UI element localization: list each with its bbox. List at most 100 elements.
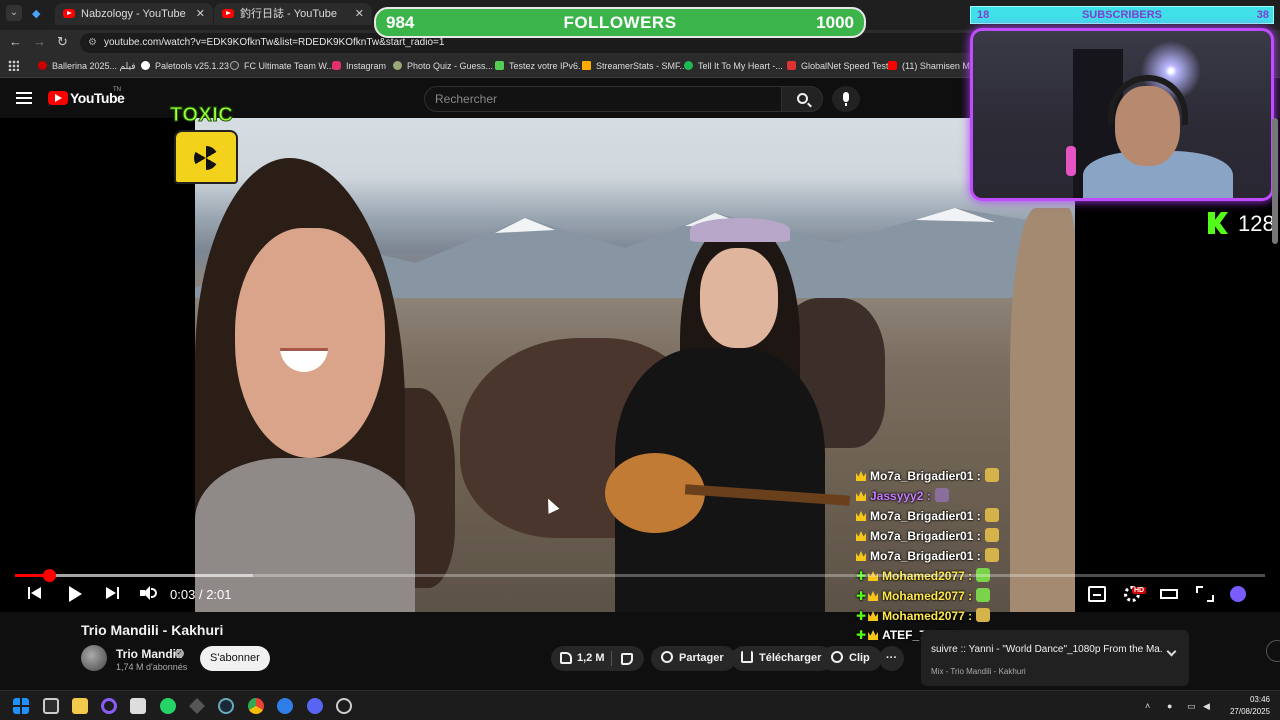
- next-video-icon[interactable]: [106, 585, 120, 601]
- thumbs-up-icon[interactable]: [560, 652, 572, 664]
- thumbs-down-icon[interactable]: [621, 653, 633, 665]
- microphone-icon: [1066, 146, 1076, 176]
- tab-title: Nabzology - YouTube: [81, 8, 186, 20]
- browser-tab-1[interactable]: Nabzology - YouTube ✕: [55, 3, 213, 25]
- bookmark-item[interactable]: (11) Shamisen ME: [888, 61, 976, 71]
- scrubber-handle[interactable]: [42, 569, 56, 582]
- bookmark-favicon-icon: [230, 61, 239, 70]
- like-dislike-group: 1,2 M: [551, 646, 644, 671]
- network-icon[interactable]: ▭: [1187, 701, 1196, 712]
- subtitles-icon[interactable]: [1088, 586, 1106, 602]
- site-info-icon[interactable]: ⚙: [88, 33, 97, 53]
- bookmark-item[interactable]: StreamerStats - SMF...: [582, 61, 687, 71]
- side-scroll-button[interactable]: [1266, 640, 1280, 662]
- bookmark-item[interactable]: Photo Quiz - Guess...: [393, 61, 493, 71]
- volume-icon[interactable]: [140, 585, 158, 601]
- duration: 2:01: [206, 587, 232, 602]
- bookmark-item[interactable]: Ballerina 2025... فيلم: [38, 61, 136, 72]
- bookmark-favicon-icon: [38, 61, 47, 70]
- app-icon[interactable]: [336, 698, 352, 714]
- crown-badge-icon: [868, 611, 879, 621]
- video-title: Trio Mandili - Kakhuri: [81, 622, 224, 638]
- pinned-tab-icon[interactable]: ◆: [32, 7, 40, 20]
- app-icon[interactable]: [101, 698, 117, 714]
- tab-search-icon[interactable]: ⌄: [6, 5, 22, 21]
- instagram-icon: [332, 61, 341, 70]
- hamburger-menu-icon[interactable]: [16, 92, 32, 104]
- app-icon[interactable]: [189, 698, 205, 714]
- chat-message: Mo7a_Brigadier01 :: [856, 468, 1036, 488]
- like-count[interactable]: 1,2 M: [577, 646, 605, 671]
- play-icon[interactable]: [68, 585, 82, 602]
- plus-badge-icon: ✚: [856, 589, 867, 603]
- bookmark-item[interactable]: GlobalNet Speed Test: [787, 61, 888, 71]
- system-clock[interactable]: 03:46 27/08/2025: [1220, 694, 1270, 718]
- reload-icon[interactable]: ↻: [57, 34, 68, 50]
- speaker-icon[interactable]: ◀: [1203, 701, 1210, 712]
- emote-icon: [976, 608, 991, 622]
- chevron-down-icon[interactable]: [1166, 646, 1177, 657]
- search-input[interactable]: Rechercher: [424, 86, 782, 112]
- tray-chevron-up-icon[interactable]: ˄: [1145, 701, 1150, 711]
- clip-button[interactable]: Clip: [821, 646, 882, 671]
- steam-icon[interactable]: [218, 698, 234, 714]
- subscribe-button[interactable]: S'abonner: [200, 646, 270, 671]
- bookmark-item[interactable]: Tell It To My Heart -...: [684, 61, 783, 71]
- theater-mode-icon[interactable]: [1160, 589, 1178, 599]
- app-icon[interactable]: [277, 698, 293, 714]
- youtube-logo-icon[interactable]: [48, 91, 68, 105]
- page-scrollbar[interactable]: [1272, 118, 1278, 244]
- bar-chart-icon: [582, 61, 591, 70]
- app-icon[interactable]: [130, 698, 146, 714]
- browser-tab-2[interactable]: 釣行日誌 - YouTube ✕: [214, 3, 372, 25]
- bookmark-item[interactable]: Testez votre IPv6.: [495, 61, 581, 71]
- chrome-icon[interactable]: [248, 698, 264, 714]
- extension-icon[interactable]: [1230, 586, 1246, 602]
- discord-icon[interactable]: [307, 698, 323, 714]
- close-tab-icon[interactable]: ✕: [355, 3, 364, 25]
- forward-arrow-icon[interactable]: →: [33, 34, 46, 49]
- back-arrow-icon[interactable]: ←: [9, 34, 22, 49]
- file-explorer-icon[interactable]: [72, 698, 88, 714]
- task-view-icon[interactable]: [43, 698, 59, 714]
- search-button[interactable]: [781, 86, 823, 112]
- checkmark-icon: [495, 61, 504, 70]
- time-display: 0:03 / 2:01: [170, 587, 232, 602]
- singer-figure: [690, 218, 790, 242]
- apps-grid-icon[interactable]: [8, 60, 19, 71]
- more-actions-button[interactable]: ···: [879, 646, 904, 671]
- download-button[interactable]: Télécharger: [731, 646, 834, 671]
- voice-search-mic-icon[interactable]: [832, 86, 860, 112]
- url-text: youtube.com/watch?v=EDK9KOfknTw&list=RDE…: [104, 37, 445, 48]
- windows-start-icon[interactable]: [13, 698, 29, 714]
- emote-icon: [984, 508, 999, 522]
- bookmark-item[interactable]: FC Ultimate Team W...: [230, 61, 334, 71]
- emote-icon: [984, 468, 999, 482]
- chat-message: ✚ Mohamed2077 :: [856, 608, 1036, 628]
- crown-badge-icon: [856, 511, 866, 521]
- whatsapp-icon[interactable]: [160, 698, 176, 714]
- bookmark-item[interactable]: Paletools v25.1.23: [141, 61, 229, 71]
- channel-name[interactable]: Trio Mandili: [116, 647, 183, 661]
- previous-video-icon[interactable]: [28, 585, 42, 601]
- video-progress-bar[interactable]: [15, 569, 1265, 582]
- bookmark-item[interactable]: Instagram: [332, 61, 386, 71]
- followers-goal: 1000: [816, 13, 854, 32]
- time-separator: /: [198, 587, 203, 602]
- channel-avatar[interactable]: [81, 645, 107, 671]
- close-tab-icon[interactable]: ✕: [196, 3, 205, 25]
- chat-message: Mo7a_Brigadier01 :: [856, 528, 1036, 548]
- crown-badge-icon: [856, 531, 866, 541]
- plus-badge-icon: ✚: [856, 628, 867, 642]
- followers-label: FOLLOWERS: [563, 13, 677, 32]
- mic-tray-icon[interactable]: ●: [1167, 701, 1172, 711]
- crown-badge-icon: [856, 491, 866, 501]
- emote-icon: [984, 548, 999, 562]
- bookmark-favicon-icon: [393, 61, 402, 70]
- mix-playlist-panel[interactable]: suivre :: Yanni - "World Dance"_1080p Fr…: [921, 630, 1189, 686]
- spotify-icon: [684, 61, 693, 70]
- crown-badge-icon: [856, 551, 866, 561]
- fullscreen-icon[interactable]: [1196, 586, 1214, 602]
- hd-badge: HD: [1132, 587, 1147, 594]
- share-button[interactable]: Partager: [651, 646, 736, 671]
